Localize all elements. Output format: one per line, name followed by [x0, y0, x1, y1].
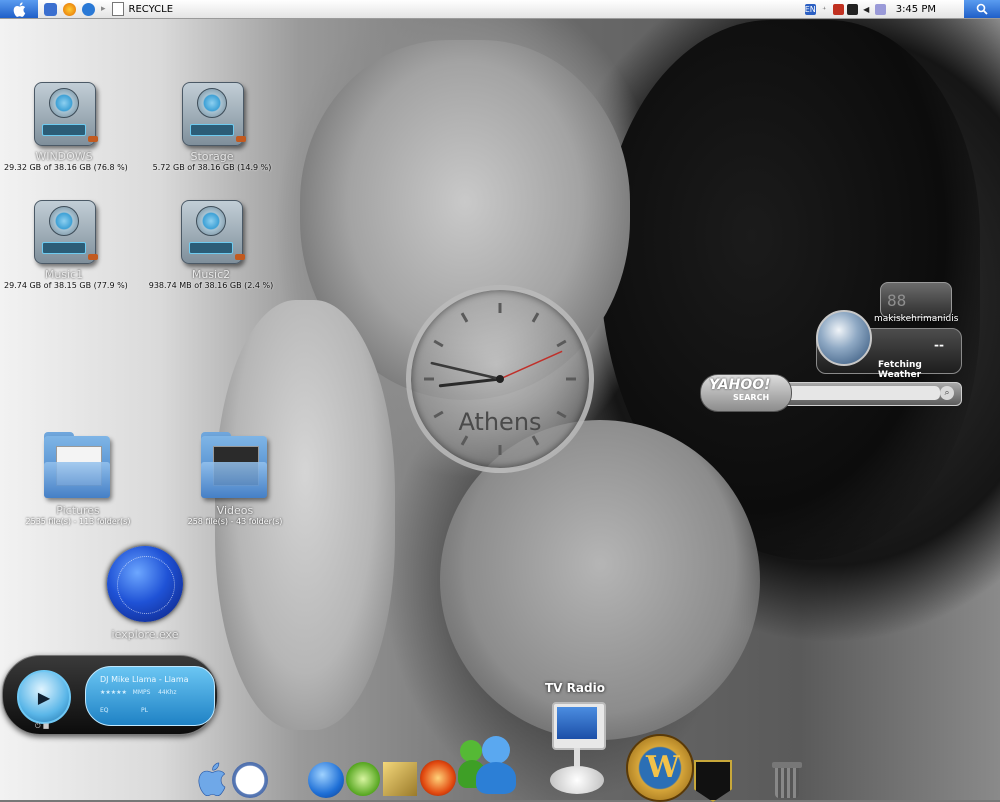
drive-usage: 938.74 MB of 38.16 GB (2.4 %)	[148, 281, 274, 290]
clock-tick	[531, 312, 540, 323]
volume-icon[interactable]: ◀	[861, 4, 872, 15]
drive-usage: 5.72 GB of 38.16 GB (14.9 %)	[152, 163, 272, 172]
iexplore-shortcut[interactable]: iexplore.exe	[95, 546, 195, 641]
search-icon	[976, 3, 988, 15]
clock-tick	[433, 339, 444, 348]
yahoo-search-widget: ⌕ YAHOO! SEARCH	[700, 374, 962, 412]
folder-label: Pictures	[56, 504, 100, 517]
active-window-title[interactable]: RECYCLE	[129, 4, 174, 15]
menubar-clock[interactable]: 3:45 PM	[896, 4, 936, 15]
track-rating: ★★★★★	[100, 689, 127, 696]
yahoo-search-input[interactable]	[782, 386, 940, 400]
drive-music1[interactable]: Music1 29.74 GB of 38.15 GB (77.9 %)	[4, 194, 128, 290]
paint-dock-icon[interactable]	[383, 762, 417, 796]
videos-folder-icon	[197, 432, 273, 504]
weather-temperature: --	[934, 338, 944, 352]
chevron-right-icon: ▸	[101, 4, 106, 14]
nero-dock-icon[interactable]	[420, 760, 456, 796]
hard-drive-icon	[28, 76, 100, 150]
clock-tick	[531, 435, 540, 446]
ie-icon[interactable]	[82, 2, 95, 16]
document-icon	[111, 2, 124, 16]
weather-username: makiskehrimanidis	[874, 314, 959, 324]
weather-globe-icon	[816, 310, 872, 366]
clock-second-hand	[499, 350, 563, 380]
tv-radio-label: TV Radio	[545, 681, 605, 695]
tv-radio-imac-icon[interactable]	[540, 700, 612, 796]
track-info: ★★★★★ MMPS 44Khz	[100, 689, 177, 696]
play-button[interactable]: ▶	[17, 670, 71, 724]
pictures-folder-icon	[40, 432, 116, 504]
menu-bar: ▸ RECYCLE EN ⁺ ◀ 3:45 PM	[0, 0, 1000, 19]
tray-arrow-icon[interactable]: ⁺	[819, 4, 830, 15]
clock-face	[424, 303, 576, 455]
playlist-toggle[interactable]: PL	[141, 707, 148, 714]
desktop-quicklaunch-icon[interactable]	[44, 2, 57, 16]
weather-widget[interactable]: 88 makiskehrimanidis -- Fetching Weather	[816, 282, 962, 380]
folder-count: 2535 file(s) - 113 folder(s)	[25, 517, 131, 526]
apple-menu-button[interactable]	[0, 0, 38, 18]
folder-pictures[interactable]: Pictures 2535 file(s) - 113 folder(s)	[18, 432, 138, 526]
media-player: ▶ DJ Mike Llama - Llama ★★★★★ MMPS 44Khz…	[2, 655, 218, 735]
clock-minute-hand	[430, 361, 502, 381]
power-stop-controls[interactable]: ⏻ ■	[35, 722, 49, 731]
folder-videos[interactable]: Videos 258 file(s) - 43 folder(s)	[175, 432, 295, 526]
tray-app-icon[interactable]	[832, 3, 844, 15]
hard-drive-icon	[175, 194, 247, 268]
drive-label: Storage	[190, 150, 234, 163]
yahoo-logo[interactable]: YAHOO! SEARCH	[700, 374, 792, 412]
drive-storage[interactable]: Storage 5.72 GB of 38.16 GB (14.9 %)	[152, 76, 272, 172]
player-toggles: EQ PL	[100, 707, 148, 714]
eq-toggle[interactable]: EQ	[100, 707, 109, 714]
world-of-warcraft-dock-icon[interactable]: W	[626, 734, 694, 802]
folder-label: Videos	[216, 504, 254, 517]
drive-usage: 29.74 GB of 38.15 GB (77.9 %)	[4, 281, 128, 290]
msn-messenger-dock-icon[interactable]	[458, 732, 522, 796]
clock-dock-icon[interactable]	[232, 762, 268, 798]
drive-usage: 29.32 GB of 38.16 GB (76.8 %)	[4, 163, 128, 172]
yahoo-logo-text: YAHOO!	[709, 377, 771, 393]
drive-windows[interactable]: WINDOWS 29.32 GB of 38.16 GB (76.8 %)	[4, 76, 128, 172]
track-format: MMPS	[132, 689, 151, 696]
track-samplerate: 44Khz	[158, 689, 177, 696]
system-tray: EN ⁺ ◀	[804, 3, 886, 15]
clock-hour-hand	[438, 377, 502, 388]
spotlight-search-button[interactable]	[964, 0, 1000, 18]
player-display: DJ Mike Llama - Llama ★★★★★ MMPS 44Khz E…	[85, 666, 215, 726]
firefox-icon[interactable]	[63, 2, 76, 16]
shortcut-label: iexplore.exe	[111, 628, 179, 641]
internet-explorer-dock-icon[interactable]	[308, 762, 344, 798]
drive-label: Music1	[44, 268, 84, 281]
dreamweaver-dock-icon[interactable]	[346, 762, 380, 796]
drive-label: Music2	[191, 268, 231, 281]
language-indicator[interactable]: EN	[804, 3, 816, 15]
clock-widget[interactable]: Athens	[406, 285, 594, 473]
clock-tick	[460, 435, 469, 446]
yahoo-search-label: SEARCH	[733, 393, 770, 402]
hard-drive-icon	[28, 194, 100, 268]
trash-icon[interactable]	[772, 762, 802, 798]
clock-tick	[460, 312, 469, 323]
folder-count: 258 file(s) - 43 folder(s)	[187, 517, 283, 526]
mail-icon[interactable]	[874, 3, 886, 15]
search-icon[interactable]: ⌕	[940, 386, 954, 400]
drive-label: WINDOWS	[35, 150, 93, 163]
drive-music2[interactable]: Music2 938.74 MB of 38.16 GB (2.4 %)	[146, 194, 276, 290]
lcd-digits: 88	[887, 291, 907, 310]
hard-drive-icon	[176, 76, 248, 150]
tray-monitor-icon[interactable]	[846, 3, 858, 15]
clock-tick	[556, 339, 567, 348]
weather-lcd: 88	[880, 282, 952, 318]
globe-icon	[107, 546, 183, 622]
track-title: DJ Mike Llama - Llama	[100, 675, 189, 684]
clock-city: Athens	[458, 408, 542, 436]
finder-apple-icon[interactable]	[196, 762, 228, 797]
apple-icon	[13, 1, 25, 17]
